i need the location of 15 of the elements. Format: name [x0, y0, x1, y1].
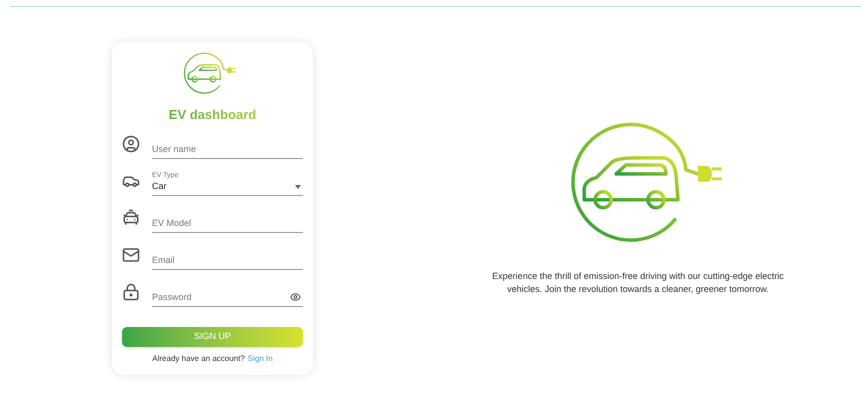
user-icon [122, 135, 140, 154]
input-field[interactable]: Email [152, 254, 303, 268]
sign-in-link[interactable]: Sign In [248, 353, 273, 366]
hero-text: Experience the thrill of emission-free driving with our cutting-edge electric vehicles. Join the revolution towards a cleaner, greener tomorrow. [491, 270, 785, 296]
password-field[interactable]: Password [152, 290, 290, 304]
input-field[interactable]: User name [152, 142, 303, 156]
dropdown-caret-icon [295, 185, 301, 190]
sign-up-button[interactable]: SIGN UP [122, 327, 303, 348]
input-field[interactable]: EV Model [152, 216, 303, 230]
field-value: Car [152, 180, 168, 193]
taxi-icon [122, 209, 140, 228]
lock-icon [122, 283, 140, 302]
show-password-icon[interactable] [290, 291, 301, 304]
mail-icon [122, 246, 140, 264]
account-prompt: Already have an account? [152, 353, 245, 366]
